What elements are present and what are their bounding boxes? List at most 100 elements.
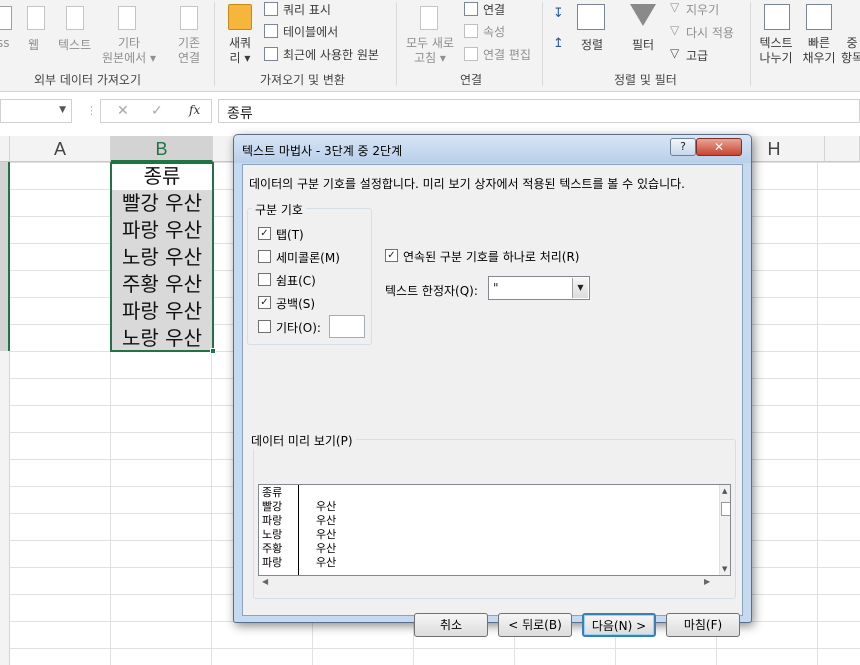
selection-border <box>110 162 214 352</box>
checkbox-box[interactable]: ✓ <box>385 249 398 262</box>
column-break-line[interactable] <box>298 485 299 575</box>
ribbon-existing-label: 기존 <box>177 36 201 50</box>
close-button[interactable]: ✕ <box>696 138 742 156</box>
ribbon-web-button[interactable]: 웹 <box>28 36 39 53</box>
scroll-left-icon[interactable]: ◀ <box>262 577 268 586</box>
other-sources-icon[interactable] <box>118 6 136 30</box>
help-button[interactable]: ? <box>670 138 696 156</box>
preview-vertical-scrollbar[interactable]: ▲ ▼ <box>719 485 730 575</box>
ribbon-reapply-button[interactable]: 다시 적용 <box>686 24 734 41</box>
ribbon-new-query-button[interactable]: 새쿼 리 ▾ <box>222 36 258 66</box>
ribbon-edit-links-button[interactable]: 연결 편집 <box>483 46 531 63</box>
preview-cell: 우산 <box>316 528 337 541</box>
ribbon-refresh-label: 모두 새로 <box>406 36 454 50</box>
name-box[interactable]: ▼ <box>0 99 72 123</box>
fill-handle[interactable] <box>210 348 216 354</box>
ribbon-refresh-all-button[interactable]: 모두 새로 고침 ▾ <box>400 36 460 66</box>
dialog-body: 데이터의 구분 기호를 설정합니다. 미리 보기 상자에서 적용된 텍스트를 볼… <box>242 164 743 637</box>
cancel-icon[interactable]: ✕ <box>117 103 129 119</box>
ribbon-flash-fill-button[interactable]: 빠른 채우기 <box>798 36 840 66</box>
preview-cell: 우산 <box>316 500 337 513</box>
ribbon-ss-label[interactable]: ss <box>0 36 10 50</box>
delimiters-group: 구분 기호 ✓ 탭(T) 세미콜론(M) 쉼표(C) ✓ 공백(S) 기타(O)… <box>247 201 372 345</box>
preview-row: 종류 <box>262 486 282 499</box>
text-qualifier-value: " <box>493 281 499 295</box>
flash-fill-icon[interactable] <box>806 4 832 30</box>
group-separator <box>750 2 751 86</box>
formula-bar-splitter[interactable]: ⋮ <box>86 104 97 117</box>
checkbox-box[interactable]: ✓ <box>258 227 271 240</box>
next-button[interactable]: 다음(N) > <box>582 613 656 637</box>
ribbon-text-to-columns-button[interactable]: 텍스트 나누기 <box>752 36 800 66</box>
existing-connections-icon[interactable] <box>180 6 198 30</box>
ribbon-flash-fill-label: 빠른 <box>807 36 831 50</box>
ribbon-existing-connections-button[interactable]: 기존 연결 <box>168 36 210 66</box>
sort-ascending-icon[interactable]: ↧ <box>553 6 564 21</box>
filter-icon[interactable] <box>630 4 656 26</box>
checkbox-box[interactable] <box>258 320 271 333</box>
text-to-columns-icon[interactable] <box>764 4 790 30</box>
preview-cell: 우산 <box>316 514 337 527</box>
preview-cell: 주황 <box>262 542 283 555</box>
ribbon-sort-button[interactable]: 정렬 <box>581 36 603 53</box>
preview-cell: 노랑 <box>262 528 283 541</box>
chevron-down-icon[interactable]: ▼ <box>572 278 588 298</box>
ribbon-text-to-columns-label: 텍스트 <box>759 36 793 50</box>
ribbon-from-table-button[interactable]: 테이블에서 <box>283 23 338 40</box>
formula-input[interactable]: 종류 <box>218 99 860 123</box>
advanced-filter-icon: ▽ <box>670 46 680 60</box>
ribbon-advanced-button[interactable]: 고급 <box>686 47 708 64</box>
ribbon-recent-sources-button[interactable]: 최근에 사용한 원본 <box>283 46 379 63</box>
selected-row-headers[interactable] <box>0 162 10 351</box>
text-qualifier-select[interactable]: " ▼ <box>488 276 590 300</box>
checkbox-box[interactable] <box>258 273 271 286</box>
dialog-titlebar[interactable]: 텍스트 마법사 - 3단계 중 2단계 ? ✕ <box>234 135 751 163</box>
ribbon-other-sources-button[interactable]: 기타 원본에서 ▾ <box>100 36 158 66</box>
ribbon-clear-button[interactable]: 지우기 <box>686 1 719 18</box>
column-header-b[interactable]: B <box>111 136 213 162</box>
refresh-all-icon[interactable] <box>420 6 438 30</box>
ribbon-remove-duplicates-button[interactable]: 중 항목 <box>840 36 860 66</box>
filter-small-icon: ▽ <box>670 0 680 14</box>
ribbon-filter-button[interactable]: 필터 <box>632 36 654 53</box>
sort-icon[interactable] <box>577 4 605 30</box>
connections-icon <box>464 2 478 16</box>
sort-descending-icon[interactable]: ↥ <box>553 36 564 51</box>
space-label: 공백(S) <box>276 297 316 311</box>
preview-cell: 파랑 <box>262 556 283 569</box>
scroll-thumb[interactable] <box>721 502 730 516</box>
ribbon-connections-button[interactable]: 연결 <box>483 1 505 18</box>
ribbon-properties-button[interactable]: 속성 <box>483 23 505 40</box>
insert-function-icon[interactable]: fx <box>189 103 200 117</box>
preview-horizontal-scrollbar[interactable]: ◀ ▶ <box>258 576 731 589</box>
semicolon-label: 세미콜론(M) <box>276 251 340 265</box>
from-table-icon <box>264 24 278 38</box>
group-separator <box>214 2 215 86</box>
comma-label: 쉼표(C) <box>276 274 316 288</box>
chevron-down-icon[interactable]: ▼ <box>59 105 66 115</box>
scroll-down-icon[interactable]: ▼ <box>722 565 727 573</box>
cancel-button[interactable]: 취소 <box>414 613 488 637</box>
column-header-i[interactable] <box>825 136 860 162</box>
ribbon-show-queries-button[interactable]: 쿼리 표시 <box>283 1 331 18</box>
other-delimiter-input[interactable] <box>329 315 365 338</box>
ribbon-text-button[interactable]: 텍스트 <box>58 36 91 53</box>
back-button[interactable]: < 뒤로(B) <box>498 613 572 637</box>
text-file-icon[interactable] <box>66 6 84 30</box>
column-header-a[interactable]: A <box>10 136 111 162</box>
enter-icon[interactable]: ✓ <box>151 103 163 119</box>
new-query-icon[interactable] <box>228 4 252 30</box>
web-icon[interactable] <box>27 6 45 30</box>
text-wizard-dialog: 텍스트 마법사 - 3단계 중 2단계 ? ✕ 데이터의 구분 기호를 설정합니… <box>233 134 752 637</box>
checkbox-box[interactable] <box>258 250 271 263</box>
scroll-right-icon[interactable]: ▶ <box>704 577 710 586</box>
ribbon-existing-label2: 연결 <box>177 51 201 65</box>
ss-source-icon[interactable] <box>0 6 12 30</box>
group-label-sort-filter: 정렬 및 필터 <box>614 73 677 87</box>
checkbox-box[interactable]: ✓ <box>258 296 271 309</box>
data-preview-box[interactable]: 종류 빨강 우산 파랑 우산 노랑 우산 주황 우산 파랑 우산 ▲ ▼ <box>258 484 731 576</box>
row-col-corner[interactable] <box>0 136 10 162</box>
finish-button[interactable]: 마침(F) <box>666 613 740 637</box>
scroll-up-icon[interactable]: ▲ <box>722 487 727 495</box>
properties-icon <box>464 24 478 38</box>
